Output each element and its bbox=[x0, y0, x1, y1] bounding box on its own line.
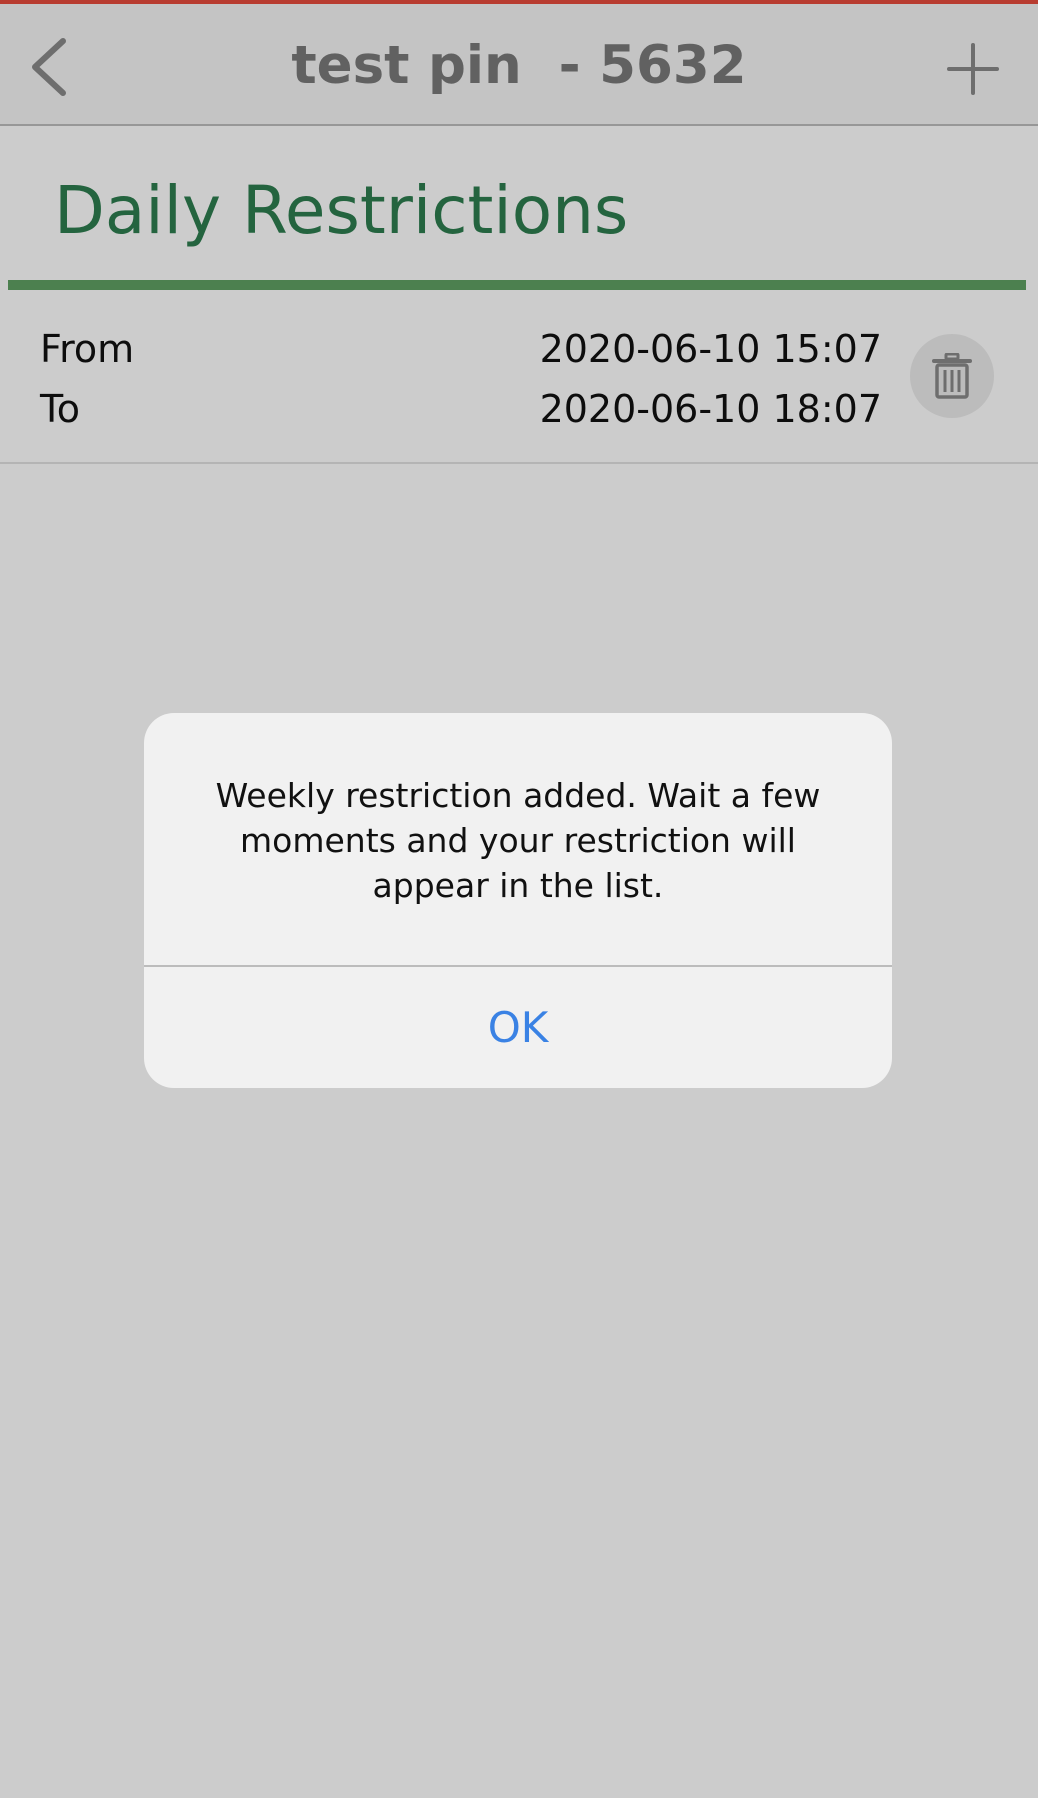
alert-dialog: Weekly restriction added. Wait a few mom… bbox=[144, 713, 892, 1088]
dialog-message: Weekly restriction added. Wait a few mom… bbox=[215, 776, 821, 905]
ok-button[interactable]: OK bbox=[144, 967, 892, 1088]
